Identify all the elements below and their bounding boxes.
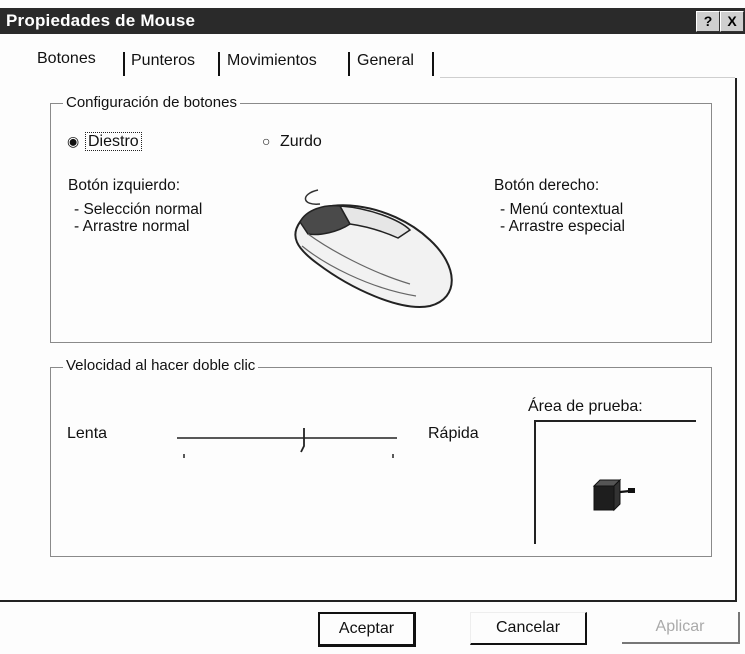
slider-track (177, 437, 397, 458)
tab-separator (123, 52, 125, 76)
radio-selected-icon: ◉ (67, 133, 80, 149)
radio-empty-icon: ○ (262, 133, 271, 149)
radio-diestro[interactable]: ◉ Diestro (67, 131, 142, 152)
slow-label: Lenta (67, 425, 108, 442)
radio-diestro-label: Diestro (85, 132, 142, 151)
mouse-icon (294, 189, 453, 308)
right-button-item: - Menú contextual (500, 201, 624, 218)
slider-thumb[interactable] (299, 426, 311, 454)
radio-zurdo[interactable]: ○ Zurdo (262, 131, 322, 152)
radio-zurdo-label: Zurdo (280, 133, 322, 150)
double-click-legend: Velocidad al hacer doble clic (63, 357, 259, 375)
right-button-heading: Botón derecho: (494, 177, 600, 194)
fast-label: Rápida (428, 425, 479, 442)
title-bar[interactable]: Propiedades de Mouse ? X (0, 8, 745, 34)
left-button-item: - Arrastre normal (74, 218, 190, 235)
tab-panel-border (440, 77, 735, 78)
double-click-speed-slider[interactable] (177, 420, 399, 460)
tab-separator (432, 52, 434, 76)
tab-general[interactable]: General (354, 48, 417, 76)
close-button[interactable]: X (720, 11, 744, 32)
tab-separator (348, 52, 350, 76)
tab-botones[interactable]: Botones (34, 46, 99, 74)
buttons-config-legend: Configuración de botones (63, 94, 240, 112)
tab-movimientos[interactable]: Movimientos (224, 48, 320, 76)
tab-panel-border (0, 600, 737, 602)
ok-button[interactable]: Aceptar (318, 612, 416, 647)
tab-punteros[interactable]: Punteros (128, 48, 198, 76)
mouse-properties-dialog: Propiedades de Mouse ? X Botones Puntero… (0, 0, 745, 654)
right-button-item: - Arrastre especial (500, 218, 625, 235)
cancel-button[interactable]: Cancelar (470, 612, 587, 645)
tab-panel-border (735, 78, 737, 600)
help-button[interactable]: ? (696, 11, 720, 32)
tab-separator (218, 52, 220, 76)
left-button-item: - Selección normal (74, 201, 203, 218)
test-area-label: Área de prueba: (528, 398, 643, 415)
window-title: Propiedades de Mouse (6, 11, 196, 30)
test-area[interactable] (534, 420, 696, 544)
apply-button[interactable]: Aplicar (622, 612, 740, 644)
left-button-heading: Botón izquierdo: (68, 177, 181, 194)
jack-in-the-box-icon[interactable] (592, 476, 638, 512)
